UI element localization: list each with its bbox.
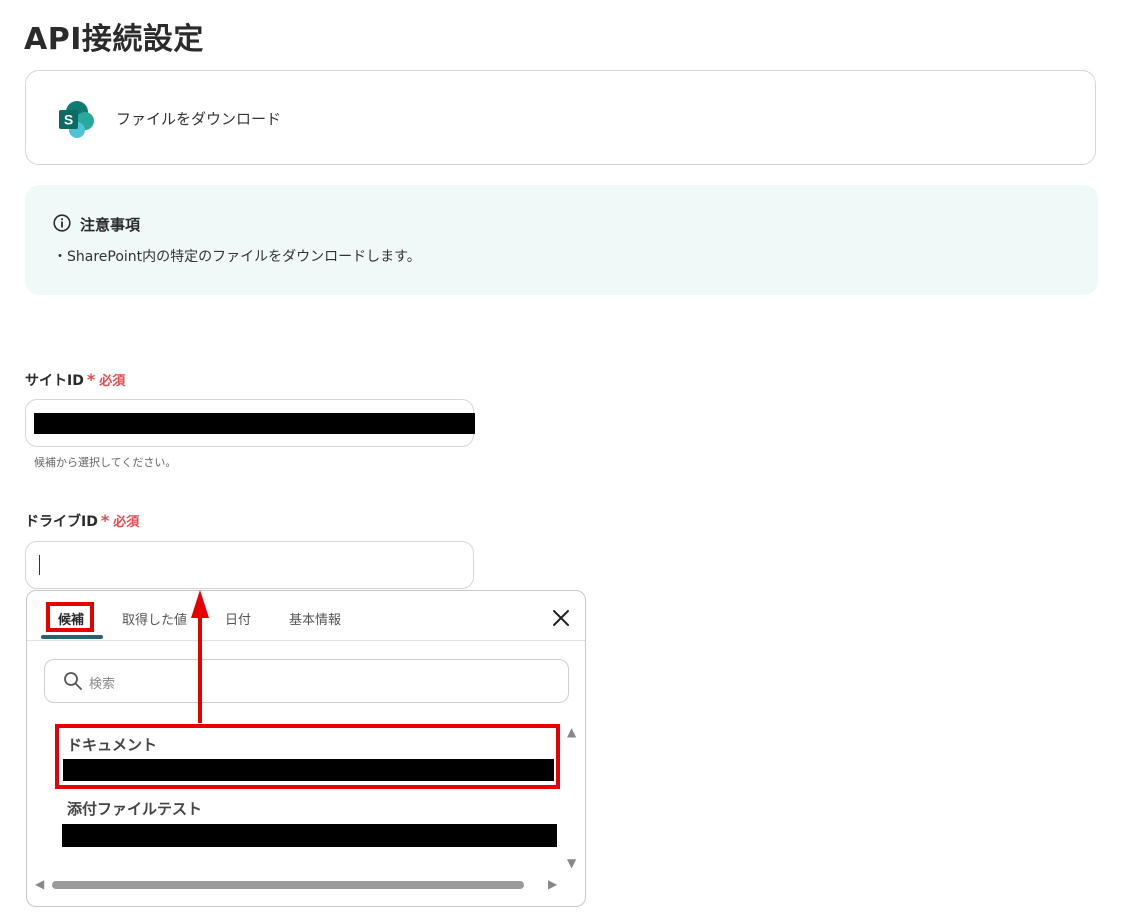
close-icon[interactable] xyxy=(551,608,571,628)
annotation-highlight-tab xyxy=(46,602,94,632)
sharepoint-icon: S xyxy=(59,101,94,138)
notice-box: 注意事項 ・SharePoint内の特定のファイルをダウンロードします。 xyxy=(25,185,1098,295)
site-id-hint: 候補から選択してください。 xyxy=(34,456,177,469)
tab-acquired-values[interactable]: 取得した値 xyxy=(122,609,187,628)
required-star-icon: * xyxy=(100,511,110,530)
svg-text:S: S xyxy=(64,112,73,128)
site-id-label-text: サイトID xyxy=(25,373,84,389)
text-caret xyxy=(39,555,40,575)
notice-title: 注意事項 xyxy=(80,216,141,234)
tabs-divider xyxy=(27,640,585,641)
horizontal-scrollbar[interactable] xyxy=(52,881,524,889)
search-input[interactable]: 検索 xyxy=(44,659,569,703)
action-label: ファイルをダウンロード xyxy=(116,110,282,128)
suggestion-dropdown: 候補 取得した値 日付 基本情報 検索 ドキュメント 添付ファイルテスト ▲ ▼… xyxy=(26,590,586,907)
option-title: 添付ファイルテスト xyxy=(67,800,203,818)
site-id-label: サイトID * 必須 xyxy=(25,370,125,390)
required-badge: 必須 xyxy=(99,374,126,389)
annotation-highlight-option xyxy=(55,724,560,789)
drive-id-label-text: ドライブID xyxy=(25,514,98,530)
redacted-value xyxy=(34,413,475,434)
active-tab-indicator xyxy=(41,635,103,639)
required-badge: 必須 xyxy=(113,515,140,530)
drive-id-label: ドライブID * 必須 xyxy=(25,511,139,531)
search-placeholder: 検索 xyxy=(89,677,116,692)
notice-text: ・SharePoint内の特定のファイルをダウンロードします。 xyxy=(53,249,421,265)
scroll-left-icon[interactable]: ◀ xyxy=(35,877,44,891)
scroll-right-icon[interactable]: ▶ xyxy=(548,877,557,891)
site-id-input[interactable] xyxy=(25,399,475,447)
info-icon xyxy=(53,214,71,232)
redacted-value xyxy=(62,824,557,847)
tab-basic-info[interactable]: 基本情報 xyxy=(289,609,341,628)
page-title: API接続設定 xyxy=(24,22,204,57)
scroll-down-icon[interactable]: ▼ xyxy=(567,856,576,870)
drive-id-input[interactable] xyxy=(25,541,474,589)
search-icon xyxy=(64,672,82,690)
scroll-up-icon[interactable]: ▲ xyxy=(567,725,576,739)
required-star-icon: * xyxy=(86,370,96,389)
tab-date[interactable]: 日付 xyxy=(225,609,251,628)
action-card: S ファイルをダウンロード xyxy=(25,70,1096,165)
